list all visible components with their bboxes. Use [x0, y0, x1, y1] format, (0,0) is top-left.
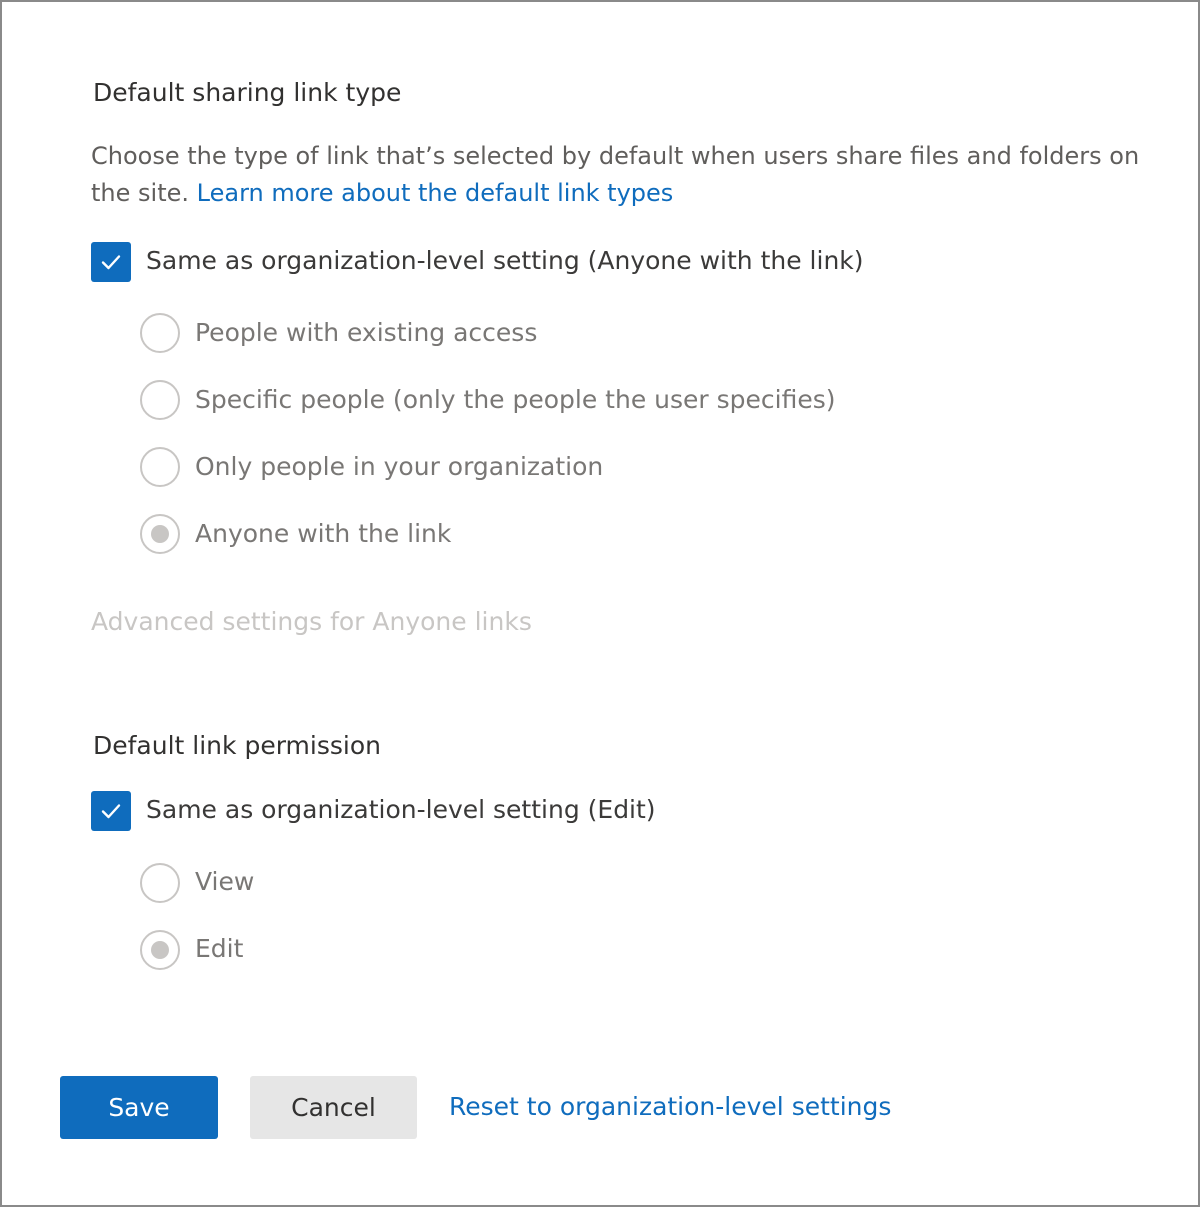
radio-existing-access-label: People with existing access — [195, 318, 538, 347]
learn-more-link[interactable]: Learn more about the default link types — [197, 179, 674, 207]
radio-org-only[interactable] — [140, 447, 180, 487]
advanced-anyone-settings-link: Advanced settings for Anyone links — [91, 607, 532, 636]
permission-same-as-org-label: Same as organization-level setting (Edit… — [146, 795, 656, 824]
reset-to-org-settings-link[interactable]: Reset to organization-level settings — [449, 1092, 891, 1121]
radio-view[interactable] — [140, 863, 180, 903]
radio-edit[interactable] — [140, 930, 180, 970]
radio-org-only-label: Only people in your organization — [195, 452, 604, 481]
radio-selected-dot — [151, 525, 169, 543]
permission-section-title: Default link permission — [93, 731, 381, 760]
sharing-section-title: Default sharing link type — [93, 78, 402, 107]
radio-anyone[interactable] — [140, 514, 180, 554]
permission-same-as-org-checkbox[interactable] — [91, 791, 131, 831]
cancel-button[interactable]: Cancel — [250, 1076, 417, 1139]
checkmark-icon — [101, 255, 121, 270]
sharing-settings-panel: Default sharing link type Choose the typ… — [0, 0, 1200, 1207]
sharing-description: Choose the type of link that’s selected … — [91, 138, 1161, 212]
checkmark-icon — [101, 804, 121, 819]
radio-specific-people-label: Specific people (only the people the use… — [195, 385, 836, 414]
radio-edit-label: Edit — [195, 934, 244, 963]
radio-specific-people[interactable] — [140, 380, 180, 420]
sharing-same-as-org-checkbox[interactable] — [91, 242, 131, 282]
radio-view-label: View — [195, 867, 255, 896]
sharing-same-as-org-label: Same as organization-level setting (Anyo… — [146, 246, 864, 275]
save-button[interactable]: Save — [60, 1076, 218, 1139]
radio-anyone-label: Anyone with the link — [195, 519, 452, 548]
radio-existing-access[interactable] — [140, 313, 180, 353]
radio-selected-dot — [151, 941, 169, 959]
